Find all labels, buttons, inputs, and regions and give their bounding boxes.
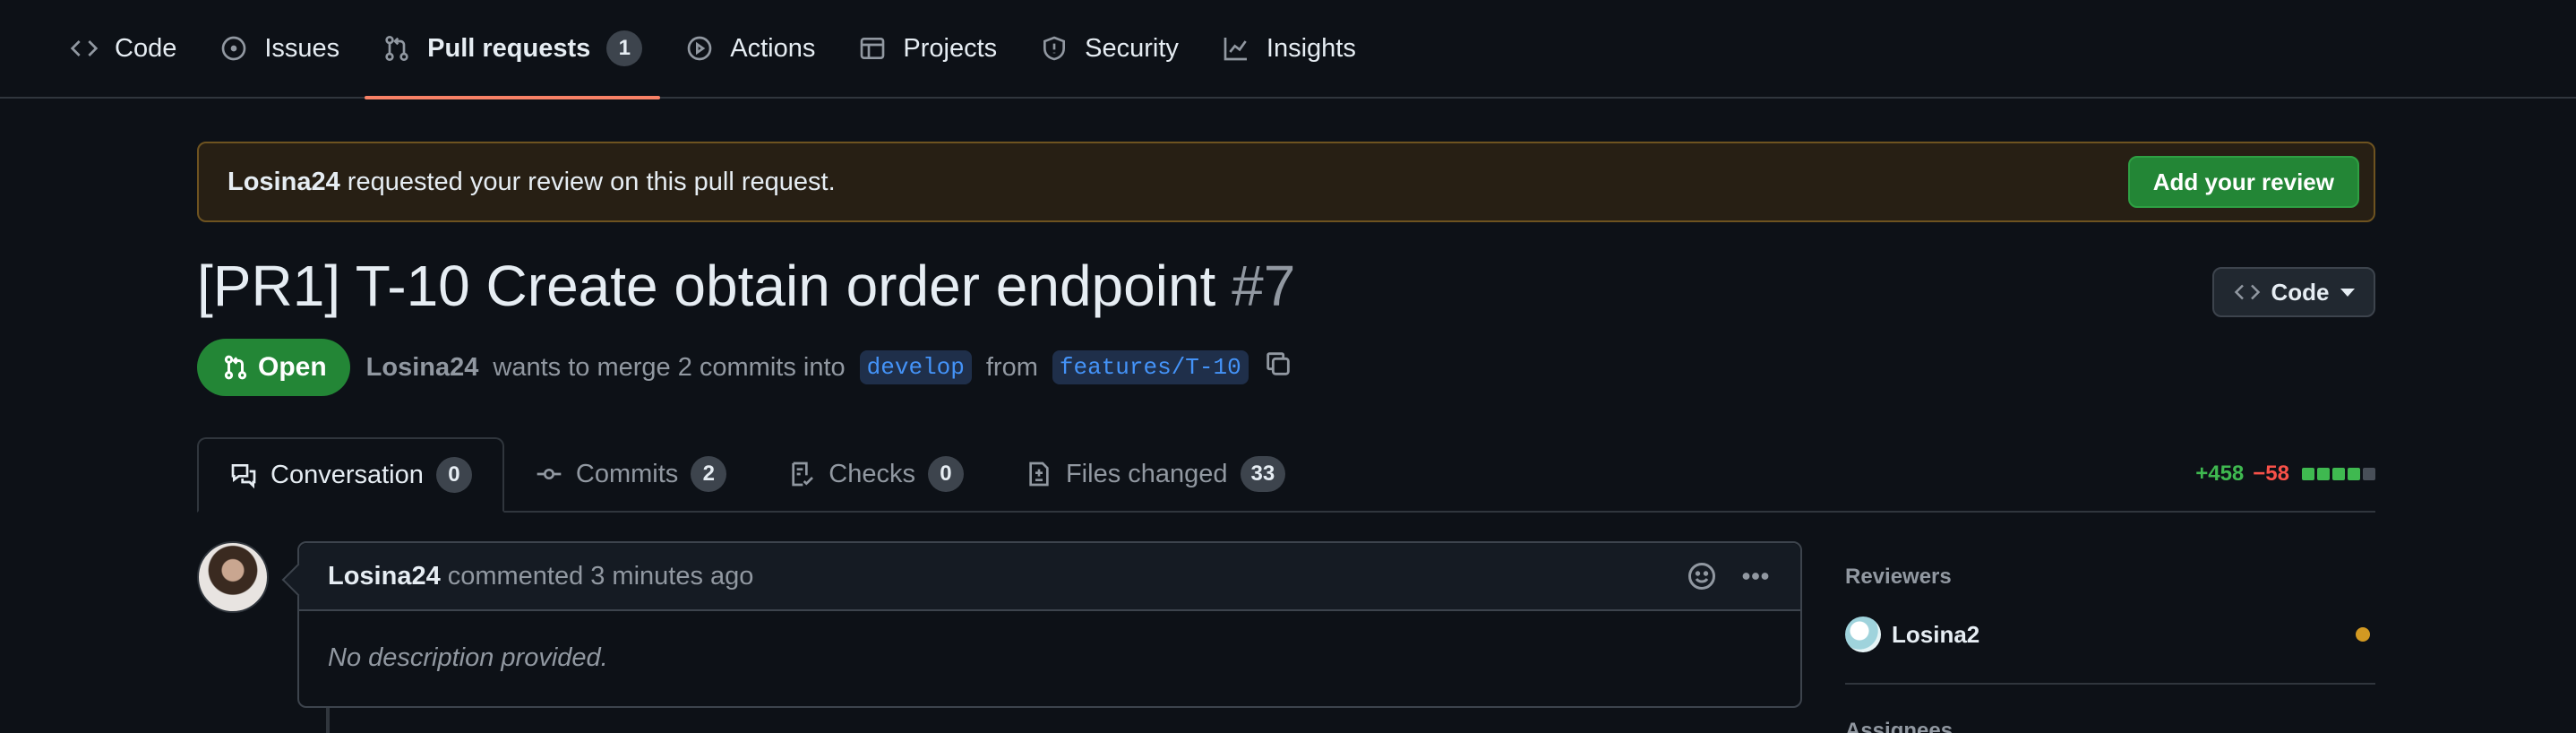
git-pull-request-icon <box>385 36 408 61</box>
pr-title-text: [PR1] T-10 Create obtain order endpoint <box>197 254 1216 318</box>
diffstat-block <box>2348 468 2360 480</box>
code-button-label: Code <box>2271 278 2330 306</box>
base-branch[interactable]: develop <box>859 350 972 384</box>
nav-pull-requests[interactable]: Pull requests 1 <box>365 0 661 99</box>
nav-security-label: Security <box>1085 33 1179 63</box>
pr-tabs: Conversation 0 Commits 2 Checks 0 Files … <box>197 437 2375 513</box>
tab-commits-count: 2 <box>691 456 727 492</box>
git-pull-request-icon <box>224 355 247 380</box>
issue-opened-icon <box>221 36 246 61</box>
status-badge: Open <box>197 339 350 396</box>
avatar <box>1845 617 1881 652</box>
divider <box>1845 683 2375 685</box>
git-commit-icon <box>537 469 562 479</box>
banner-text: Losina24 requested your review on this p… <box>228 168 836 197</box>
page-title: [PR1] T-10 Create obtain order endpoint … <box>197 253 1295 319</box>
nav-projects-label: Projects <box>903 33 998 63</box>
reviewer-item[interactable]: Losina2 <box>1845 617 2375 652</box>
tab-files-changed-count: 33 <box>1240 456 1286 492</box>
checklist-icon <box>792 461 814 487</box>
comment-action: commented <box>447 561 584 591</box>
tab-commits-label: Commits <box>575 459 679 488</box>
graph-icon <box>1224 38 1247 61</box>
tab-conversation-count: 0 <box>435 457 472 493</box>
tab-conversation[interactable]: Conversation 0 <box>197 437 504 513</box>
from-text: from <box>985 352 1038 382</box>
assignees-heading[interactable]: Assignees <box>1845 719 2375 733</box>
merge-text: wants to merge 2 commits into <box>493 352 846 382</box>
table-icon <box>861 38 885 59</box>
tab-commits[interactable]: Commits 2 <box>504 437 757 511</box>
tab-conversation-label: Conversation <box>270 460 424 489</box>
banner-message: requested your review on this pull reque… <box>347 167 836 196</box>
tab-checks-label: Checks <box>829 459 915 488</box>
diffstat-block <box>2302 468 2314 480</box>
diffstat-blocks <box>2302 468 2375 480</box>
chevron-down-icon <box>2340 288 2355 297</box>
copy-icon <box>1266 352 1290 375</box>
code-icon <box>2234 284 2260 300</box>
comment-timestamp[interactable]: 3 minutes ago <box>590 562 753 591</box>
kebab-horizontal-icon[interactable] <box>1739 560 1772 592</box>
smiley-icon[interactable] <box>1686 560 1718 592</box>
nav-insights[interactable]: Insights <box>1204 0 1374 98</box>
reviewers-heading[interactable]: Reviewers <box>1845 565 2375 590</box>
comment-discussion-icon <box>231 464 256 489</box>
copy-branch-button[interactable] <box>1263 349 1293 386</box>
nav-code[interactable]: Code <box>52 0 194 98</box>
reviewer-name: Losina2 <box>1892 620 1980 648</box>
play-icon <box>687 36 712 61</box>
comment-header: Losina24 commented 3 minutes ago <box>299 543 1800 611</box>
tab-files-changed[interactable]: Files changed 33 <box>994 437 1316 511</box>
pr-sidebar: Reviewers Losina2 Assignees <box>1845 565 2375 733</box>
comment-author[interactable]: Losina24 <box>328 562 441 591</box>
nav-security[interactable]: Security <box>1022 0 1197 98</box>
review-pending-icon <box>2356 627 2370 642</box>
diffstat: +458 −58 <box>2195 437 2375 511</box>
diffstat-deletions: −58 <box>2253 461 2289 486</box>
comment-body: No description provided. <box>328 643 608 672</box>
pr-number: #7 <box>1232 254 1296 318</box>
pr-author-link[interactable]: Losina24 <box>366 353 479 383</box>
pr-status-line: Open Losina24 wants to merge 2 commits i… <box>197 339 1293 396</box>
tab-files-changed-label: Files changed <box>1065 459 1228 488</box>
pull-requests-count: 1 <box>606 30 643 66</box>
nav-issues[interactable]: Issues <box>202 0 357 98</box>
diffstat-block <box>2317 468 2330 480</box>
shield-icon <box>1043 36 1066 61</box>
nav-actions[interactable]: Actions <box>667 0 833 98</box>
avatar[interactable] <box>197 541 269 613</box>
code-dropdown-button[interactable]: Code <box>2212 267 2375 317</box>
review-request-banner: Losina24 requested your review on this p… <box>197 142 2375 222</box>
nav-code-label: Code <box>115 33 177 63</box>
comment-actions <box>1686 560 1772 592</box>
timeline-line <box>326 708 330 733</box>
nav-insights-label: Insights <box>1266 33 1356 63</box>
nav-issues-label: Issues <box>264 33 340 63</box>
tab-checks[interactable]: Checks 0 <box>757 437 994 511</box>
pr-description-comment: Losina24 commented 3 minutes ago No desc… <box>297 541 1802 708</box>
nav-actions-label: Actions <box>730 33 816 63</box>
nav-projects[interactable]: Projects <box>840 0 1015 98</box>
banner-user[interactable]: Losina24 <box>228 168 340 196</box>
diffstat-additions: +458 <box>2195 461 2245 486</box>
add-your-review-button[interactable]: Add your review <box>2127 156 2359 208</box>
nav-pull-requests-label: Pull requests <box>427 33 591 63</box>
code-icon <box>70 40 99 56</box>
tab-checks-count: 0 <box>927 456 964 492</box>
repo-nav: Code Issues Pull requests 1 Actions Proj… <box>0 0 2576 99</box>
diffstat-block <box>2363 468 2375 480</box>
diffstat-block <box>2332 468 2345 480</box>
file-diff-icon <box>1029 461 1049 487</box>
status-label: Open <box>258 352 327 382</box>
head-branch[interactable]: features/T-10 <box>1052 350 1249 384</box>
